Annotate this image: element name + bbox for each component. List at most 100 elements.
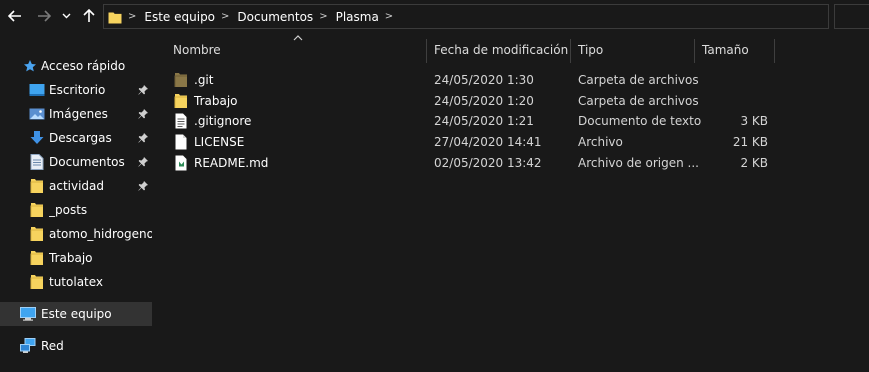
- file-row-readme[interactable]: README.md 02/05/2020 13:42 Archivo de or…: [170, 153, 770, 173]
- sidebar-item-label: Trabajo: [49, 251, 93, 265]
- file-row-gitignore[interactable]: .gitignore 24/05/2020 1:21 Documento de …: [170, 111, 770, 131]
- sidebar-item-label: Red: [41, 339, 64, 353]
- file-icon: [175, 134, 187, 150]
- file-name: LICENSE: [194, 135, 245, 149]
- navigation-pane: Acceso rápido Escritorio Imágenes Descar…: [0, 33, 152, 372]
- folder-icon: [29, 274, 45, 290]
- column-header-size[interactable]: Tamaño: [702, 33, 774, 67]
- file-row-git[interactable]: .git 24/05/2020 1:30 Carpeta de archivos: [170, 70, 770, 90]
- desktop-icon: [29, 82, 45, 98]
- sidebar-item-posts[interactable]: _posts: [0, 198, 152, 222]
- sidebar-item-atomo-hidrogenoide[interactable]: atomo_hidrogenoide: [0, 222, 152, 246]
- pin-icon[interactable]: [138, 85, 148, 95]
- this-pc-icon: [20, 306, 36, 322]
- column-divider[interactable]: [774, 39, 775, 63]
- file-list: Nombre Fecha de modificación Tipo Tamaño…: [152, 33, 869, 372]
- sidebar-item-label: Este equipo: [41, 307, 112, 321]
- file-size: 21 KB: [732, 135, 768, 149]
- column-header-label: Fecha de modificación: [434, 43, 569, 57]
- file-size: [702, 70, 768, 90]
- sidebar-item-label: Escritorio: [49, 83, 106, 97]
- sidebar-item-label: Imágenes: [49, 107, 108, 121]
- file-modified: 24/05/2020 1:20: [434, 94, 534, 108]
- pin-icon[interactable]: [138, 133, 148, 143]
- arrow-right-icon: [38, 10, 51, 22]
- column-header-name[interactable]: Nombre: [173, 33, 426, 67]
- file-name: README.md: [194, 156, 269, 170]
- forward-button[interactable]: [33, 6, 55, 26]
- sidebar-item-network[interactable]: Red: [0, 334, 152, 358]
- text-file-icon: [175, 113, 187, 129]
- column-header-label: Tipo: [578, 43, 604, 57]
- navigation-bar: > Este equipo > Documentos > Plasma >: [0, 0, 869, 33]
- folder-icon: [29, 250, 45, 266]
- file-modified: 27/04/2020 14:41: [434, 135, 542, 149]
- breadcrumb-separator-icon[interactable]: >: [385, 11, 393, 22]
- arrow-up-icon: [83, 9, 95, 22]
- documents-icon: [29, 154, 45, 170]
- downloads-icon: [29, 130, 45, 146]
- file-type: Carpeta de archivos: [578, 73, 699, 87]
- breadcrumb-plasma[interactable]: Plasma: [336, 10, 379, 24]
- up-button[interactable]: [78, 6, 100, 26]
- file-size: 3 KB: [740, 114, 768, 128]
- file-row-license[interactable]: LICENSE 27/04/2020 14:41 Archivo 21 KB: [170, 132, 770, 152]
- sidebar-item-pictures[interactable]: Imágenes: [0, 102, 152, 126]
- sidebar-item-tutolatex[interactable]: tutolatex: [0, 270, 152, 294]
- pin-icon[interactable]: [138, 181, 148, 191]
- file-type: Archivo: [578, 135, 623, 149]
- sidebar-item-actividad[interactable]: actividad: [0, 174, 152, 198]
- file-size: 2 KB: [740, 156, 768, 170]
- file-size: [702, 91, 768, 111]
- folder-icon: [108, 12, 122, 23]
- search-input[interactable]: [834, 4, 869, 29]
- arrow-left-icon: [8, 10, 21, 22]
- column-header-label: Nombre: [173, 43, 221, 57]
- file-type: Documento de texto: [578, 114, 702, 128]
- chevron-down-icon: [62, 13, 70, 19]
- sidebar-item-label: actividad: [49, 179, 105, 193]
- file-type: Carpeta de archivos: [578, 94, 699, 108]
- sidebar-item-trabajo[interactable]: Trabajo: [0, 246, 152, 270]
- column-header-label: Tamaño: [702, 43, 749, 57]
- folder-icon: [29, 226, 45, 242]
- sidebar-item-label: atomo_hidrogenoide: [49, 227, 152, 241]
- column-divider[interactable]: [426, 39, 427, 63]
- sidebar-item-desktop[interactable]: Escritorio: [0, 78, 152, 102]
- pin-icon[interactable]: [138, 157, 148, 167]
- folder-icon: [29, 202, 45, 218]
- folder-icon: [29, 178, 45, 194]
- pin-icon[interactable]: [138, 109, 148, 119]
- sidebar-item-label: _posts: [49, 203, 88, 217]
- sidebar-item-this-pc[interactable]: Este equipo: [0, 302, 152, 326]
- column-divider[interactable]: [694, 39, 695, 63]
- sidebar-item-label: Descargas: [49, 131, 112, 145]
- recent-locations-button[interactable]: [58, 6, 74, 26]
- column-header-type[interactable]: Tipo: [578, 33, 694, 67]
- breadcrumb-documents[interactable]: Documentos: [237, 10, 313, 24]
- pictures-icon: [29, 106, 45, 122]
- address-bar[interactable]: > Este equipo > Documentos > Plasma >: [103, 4, 829, 29]
- column-divider[interactable]: [570, 39, 571, 63]
- breadcrumb-separator-icon: >: [128, 11, 137, 22]
- file-type: Archivo de origen ...: [578, 156, 699, 170]
- network-icon: [20, 338, 36, 354]
- back-button[interactable]: [4, 6, 26, 26]
- sidebar-item-label: Documentos: [49, 155, 125, 169]
- star-icon: [22, 58, 38, 74]
- file-row-trabajo[interactable]: Trabajo 24/05/2020 1:20 Carpeta de archi…: [170, 91, 770, 111]
- breadcrumb-separator-icon: >: [221, 11, 230, 22]
- file-name: Trabajo: [194, 94, 238, 108]
- column-header-modified[interactable]: Fecha de modificación: [434, 33, 570, 67]
- sidebar-item-label: tutolatex: [49, 275, 104, 289]
- file-modified: 24/05/2020 1:30: [434, 73, 534, 87]
- hidden-folder-icon: [174, 73, 187, 87]
- file-name: .gitignore: [194, 114, 252, 128]
- sidebar-item-documents[interactable]: Documentos: [0, 150, 152, 174]
- file-modified: 24/05/2020 1:21: [434, 114, 534, 128]
- breadcrumb-this-pc[interactable]: Este equipo: [144, 10, 215, 24]
- sidebar-item-quick-access[interactable]: Acceso rápido: [0, 54, 152, 78]
- sidebar-item-downloads[interactable]: Descargas: [0, 126, 152, 150]
- file-modified: 02/05/2020 13:42: [434, 156, 542, 170]
- file-name: .git: [194, 73, 214, 87]
